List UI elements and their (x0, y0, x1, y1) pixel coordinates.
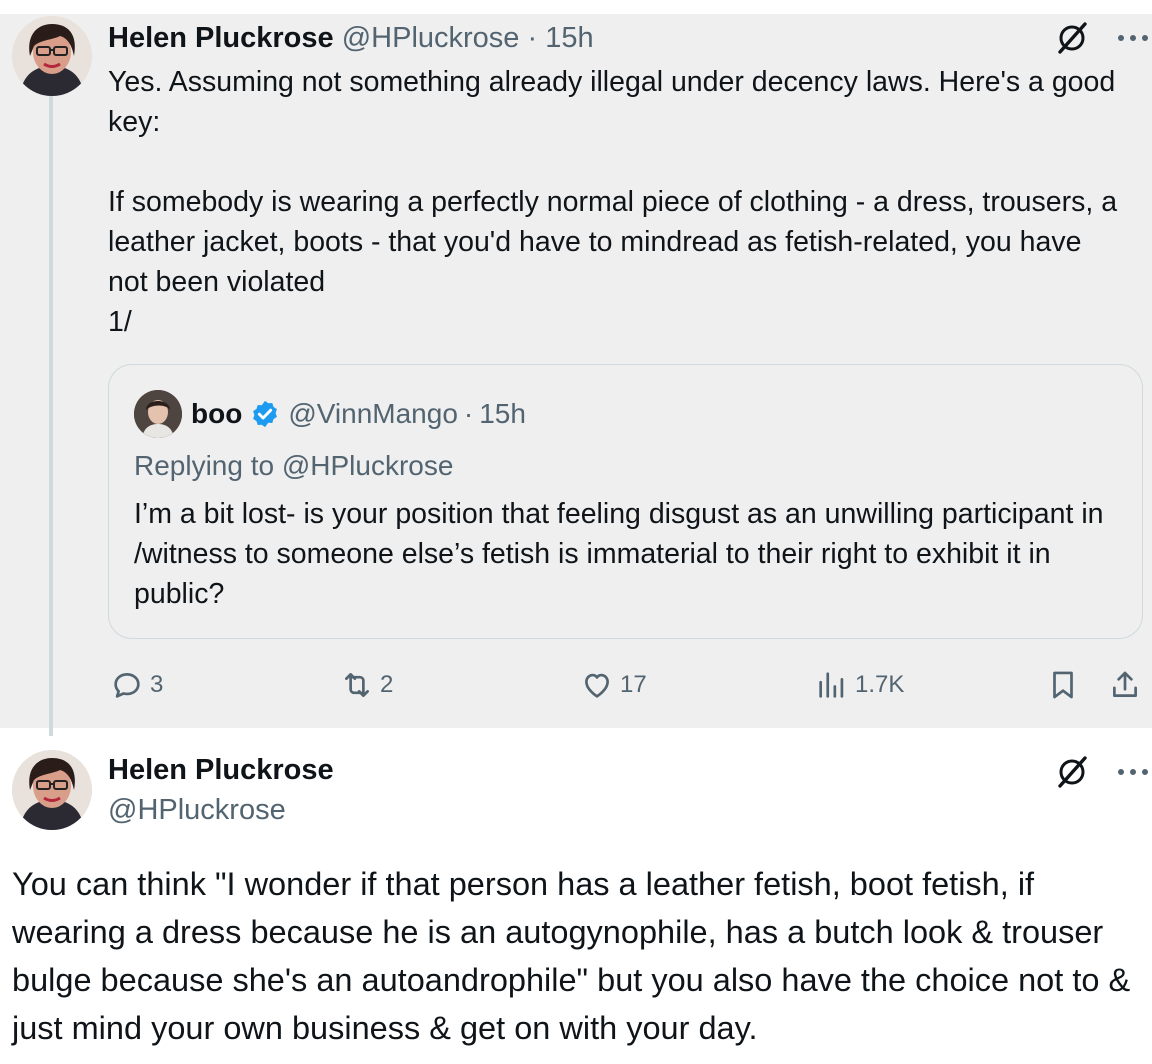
reply-icon (114, 673, 140, 698)
share-button[interactable] (1108, 668, 1148, 702)
reply-count: 3 (150, 671, 164, 698)
view-count: 1.7K (855, 671, 905, 698)
repost-button[interactable]: 2 (340, 668, 393, 702)
thread-connector-line (49, 96, 53, 736)
grok-icon[interactable] (1054, 754, 1090, 790)
like-icon (585, 673, 609, 698)
tweet-top-icons (1054, 754, 1150, 790)
replying-to-label[interactable]: Replying to @HPluckrose (134, 448, 453, 484)
more-icon[interactable] (1116, 32, 1150, 44)
quoted-tweet-text: I’m a bit lost- is your position that fe… (134, 498, 1112, 610)
author-name[interactable]: Helen Pluckrose (108, 22, 334, 54)
reply-button[interactable]: 3 (110, 668, 163, 702)
repost-icon (345, 673, 369, 697)
tweet-header: Helen Pluckrose @HPluckrose · 15h (108, 20, 594, 56)
more-icon[interactable] (1116, 766, 1150, 778)
quoted-author-avatar[interactable] (134, 390, 182, 438)
author-handle[interactable]: @HPluckrose (342, 22, 520, 54)
views-button[interactable]: 1.7K (815, 668, 904, 702)
author-name[interactable]: Helen Pluckrose (108, 752, 334, 788)
separator: · (463, 398, 474, 429)
tweet-text: Yes. Assuming not something already ille… (108, 66, 1118, 338)
main-tweet-text: You can think "I wonder if that person h… (12, 866, 1140, 1046)
tweet-top-icons (1054, 20, 1150, 56)
views-icon (819, 672, 844, 698)
like-button[interactable]: 17 (580, 668, 647, 702)
author-avatar[interactable] (12, 750, 92, 830)
verified-badge-icon (253, 400, 278, 428)
quoted-tweet-header: boo @VinnMango · 15h (191, 396, 526, 432)
quoted-author-handle[interactable]: @VinnMango (288, 396, 458, 432)
quoted-author-name[interactable]: boo (191, 396, 242, 432)
like-count: 17 (620, 671, 647, 698)
repost-count: 2 (380, 671, 394, 698)
grok-icon[interactable] (1054, 20, 1090, 56)
share-icon (1113, 671, 1137, 697)
author-avatar[interactable] (12, 16, 92, 96)
tweet-action-bar: 3 2 17 1.7K (0, 664, 1152, 708)
bookmark-icon (1053, 671, 1073, 699)
author-handle[interactable]: @HPluckrose (108, 792, 286, 828)
bookmark-button[interactable] (1046, 668, 1086, 702)
quoted-timestamp[interactable]: 15h (479, 396, 526, 432)
timestamp[interactable]: 15h (545, 22, 593, 54)
separator: · (527, 22, 538, 54)
